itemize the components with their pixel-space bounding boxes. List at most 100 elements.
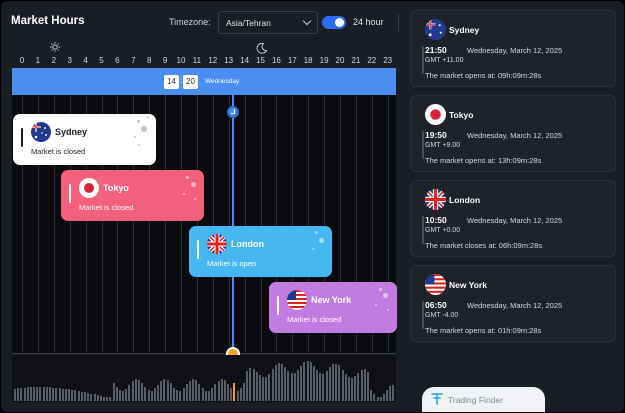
- sidebar-card-london[interactable]: London 10:50 Wednesday, March 12, 2025 G…: [410, 180, 616, 257]
- histogram-bar: [366, 371, 369, 401]
- sidebar-card-accent: [422, 46, 424, 74]
- histogram-bar: [58, 388, 61, 401]
- market-card-new-york[interactable]: New York Market is closed: [269, 282, 397, 333]
- sidebar-card-message: The market opens at: 09h:09m:28s: [425, 71, 542, 80]
- histogram-bar: [166, 380, 169, 401]
- australia-flag-icon: [31, 122, 51, 142]
- sidebar-card-time: 06:50: [425, 300, 447, 310]
- histogram-bar: [26, 387, 29, 401]
- histogram-bar: [17, 388, 20, 401]
- histogram-bar: [20, 387, 23, 401]
- histogram-bar: [204, 390, 207, 401]
- app-window: Market Hours Timezone: Asia/Tehran 24 ho…: [1, 1, 624, 412]
- sidebar-card-sydney[interactable]: Sydney 21:50 Wednesday, March 12, 2025 G…: [410, 10, 616, 87]
- histogram-bar: [201, 387, 204, 401]
- histogram-bar: [55, 387, 58, 401]
- hour-format-label: 24 hour: [353, 17, 384, 27]
- histogram-bar: [188, 380, 191, 401]
- histogram-bar: [80, 391, 83, 401]
- trading-finder-tab[interactable]: Trading Finder: [422, 387, 545, 412]
- market-card-london[interactable]: London Market is open: [189, 226, 332, 277]
- histogram-bar: [198, 383, 201, 401]
- timezone-select[interactable]: Asia/Tehran: [218, 11, 318, 34]
- market-card-name: London: [231, 239, 264, 249]
- market-card-sydney[interactable]: Sydney Market is closed: [13, 114, 156, 165]
- sidebar-card-name: London: [449, 195, 481, 205]
- decor-dot: [387, 309, 389, 311]
- histogram-bar: [357, 372, 360, 401]
- histogram-bar: [195, 380, 198, 401]
- histogram-bar: [271, 368, 274, 401]
- histogram-bar: [325, 371, 328, 401]
- trading-finder-logo-icon: [431, 393, 443, 405]
- histogram-bar: [192, 379, 195, 401]
- histogram-bar: [319, 373, 322, 401]
- sidebar-card-gmt: GMT +9.00: [425, 142, 461, 149]
- histogram-bar: [115, 387, 118, 401]
- hour-gridline: [22, 68, 23, 354]
- histogram-bar: [233, 383, 236, 401]
- histogram-bar: [61, 388, 64, 401]
- histogram-bar: [287, 370, 290, 401]
- card-accent: [197, 240, 199, 259]
- histogram-bar: [344, 374, 347, 401]
- histogram-bar: [379, 396, 382, 401]
- toggle-knob: [335, 18, 344, 27]
- histogram-bar: [77, 391, 80, 401]
- card-accent: [21, 128, 23, 147]
- sidebar-card-time: 19:50: [425, 130, 447, 140]
- timezone-label: Timezone:: [169, 17, 211, 27]
- sidebar-card-name: New York: [449, 280, 487, 290]
- histogram-bar: [252, 368, 255, 401]
- sidebar-card-time: 21:50: [425, 45, 447, 55]
- market-card-name: New York: [311, 295, 352, 305]
- activity-histogram: [12, 355, 396, 402]
- histogram-bar: [29, 387, 32, 401]
- histogram-bar: [347, 377, 350, 401]
- histogram-bar: [147, 390, 150, 401]
- sidebar-card-date: Wednesday, March 12, 2025: [467, 301, 563, 310]
- decor-dot: [138, 144, 140, 146]
- decor-dot: [141, 126, 147, 132]
- sidebar-card-tokyo[interactable]: Tokyo 19:50 Wednesday, March 12, 2025 GM…: [410, 95, 616, 172]
- market-card-status: Market is closed: [287, 315, 342, 324]
- sidebar-card-name: Sydney: [449, 25, 480, 35]
- histogram-bar: [335, 363, 338, 401]
- histogram-bar: [93, 394, 96, 401]
- histogram-bar: [386, 389, 389, 401]
- histogram-bar: [163, 379, 166, 401]
- market-card-tokyo[interactable]: Tokyo Market is closed: [61, 170, 204, 221]
- histogram-bar: [112, 383, 115, 401]
- histogram-bar: [217, 380, 220, 401]
- histogram-bar: [207, 390, 210, 401]
- decor-dot: [147, 116, 149, 118]
- histogram-bar: [360, 369, 363, 401]
- japan-flag-icon: [425, 104, 446, 125]
- timeline-baseline: [12, 353, 396, 354]
- sidebar-card-date: Wednesday, March 12, 2025: [467, 46, 563, 55]
- sidebar-card-message: The market opens at: 01h:09m:28s: [425, 326, 542, 335]
- histogram-bar: [332, 364, 334, 401]
- market-card-name: Tokyo: [103, 183, 129, 193]
- histogram-bar: [134, 379, 137, 401]
- histogram-bar: [150, 390, 153, 401]
- histogram-bar: [262, 377, 265, 401]
- header-divider: [398, 14, 399, 31]
- histogram-bar: [227, 383, 230, 401]
- sidebar-card-gmt: GMT +11.00: [425, 57, 464, 64]
- sidebar-card-date: Wednesday, March 12, 2025: [467, 131, 563, 140]
- histogram-bar: [36, 387, 39, 401]
- histogram-bar: [274, 364, 277, 401]
- histogram-bar: [351, 378, 354, 401]
- sidebar-card-gmt: GMT -4.00: [425, 312, 459, 319]
- sidebar-card-date: Wednesday, March 12, 2025: [467, 216, 563, 225]
- decor-dot: [312, 248, 314, 250]
- current-time-top-marker[interactable]: [227, 106, 239, 118]
- sidebar-card-new-york[interactable]: New York 06:50 Wednesday, March 12, 2025…: [410, 265, 616, 342]
- decor-dot: [315, 231, 318, 234]
- market-card-status: Market is open: [207, 259, 257, 268]
- histogram-bar: [125, 388, 128, 401]
- hour-format-toggle[interactable]: [322, 16, 346, 29]
- histogram-bar: [249, 368, 252, 401]
- decor-dot: [375, 304, 377, 306]
